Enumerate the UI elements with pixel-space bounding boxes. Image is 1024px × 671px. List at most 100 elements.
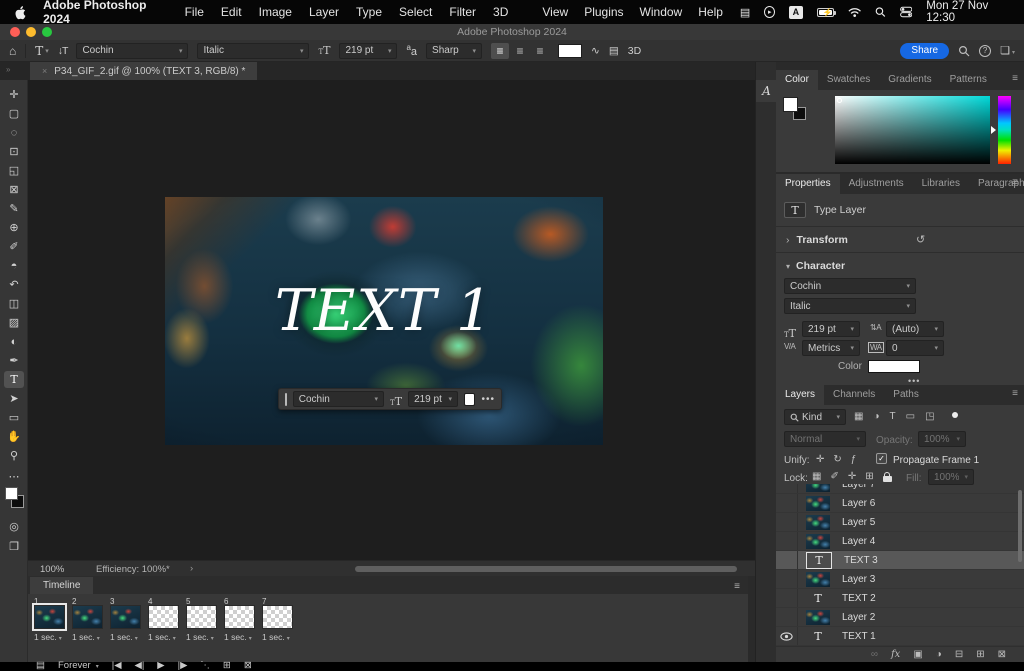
foreground-color-swatch[interactable] <box>5 487 18 500</box>
foreground-color-chip[interactable] <box>783 97 798 112</box>
dodge-tool[interactable]: ◐ <box>4 333 24 350</box>
timeline-tab[interactable]: Timeline <box>30 577 93 594</box>
frame-duration-select[interactable]: 1 sec. <box>262 632 293 642</box>
search-icon[interactable] <box>958 45 970 57</box>
clone-stamp-tool[interactable]: ◓ <box>4 257 24 274</box>
layer-row[interactable]: Layer 5 <box>776 513 1024 532</box>
layer-row[interactable]: Layer 7 <box>776 484 1024 494</box>
layer-thumbnail[interactable]: T <box>806 629 830 644</box>
warp-text-icon[interactable]: ∿ <box>591 45 600 57</box>
history-brush-tool[interactable]: ↶ <box>4 276 24 293</box>
lock-position-icon[interactable]: ✛ <box>848 471 856 482</box>
menu-item-image[interactable]: Image <box>259 5 292 19</box>
filter-toggle-icon[interactable] <box>952 412 958 418</box>
type-color-swatch[interactable] <box>868 360 920 373</box>
menu-item-3d[interactable]: 3D <box>493 5 508 19</box>
menu-item-layer[interactable]: Layer <box>309 5 339 19</box>
layer-row[interactable]: Layer 2 <box>776 608 1024 627</box>
font-family-select[interactable]: Cochin <box>76 43 188 59</box>
tab-adjustments[interactable]: Adjustments <box>840 174 913 194</box>
animation-frame[interactable]: 51 sec. <box>186 597 217 642</box>
layer-thumbnail[interactable] <box>806 610 830 625</box>
spotlight-search-icon[interactable] <box>875 6 886 18</box>
frame-duration-select[interactable]: 1 sec. <box>224 632 255 642</box>
zoom-level[interactable]: 100% <box>40 564 64 575</box>
toolbar-more-icon[interactable]: ⋯ <box>4 468 24 485</box>
animation-frame[interactable]: 21 sec. <box>72 597 103 642</box>
crop-tool[interactable]: ◱ <box>4 162 24 179</box>
taskbar-font-size-select[interactable]: 219 pt <box>408 391 458 407</box>
zoom-tool[interactable]: ⚲ <box>4 447 24 464</box>
tab-channels[interactable]: Channels <box>824 385 884 405</box>
lock-transparency-icon[interactable]: ▦ <box>812 471 821 482</box>
layer-visibility-toggle[interactable] <box>776 484 798 493</box>
frame-duration-select[interactable]: 1 sec. <box>186 632 217 642</box>
color-field-marker[interactable] <box>837 98 842 103</box>
menubar-clock[interactable]: Mon 27 Nov 12:30 <box>926 0 1010 24</box>
tab-patterns[interactable]: Patterns <box>941 70 996 90</box>
new-layer-icon[interactable]: ⊞ <box>976 649 984 660</box>
frame-duration-select[interactable]: 1 sec. <box>110 632 141 642</box>
tab-swatches[interactable]: Swatches <box>818 70 879 90</box>
font-style-select[interactable]: Italic <box>197 43 309 59</box>
layer-visibility-toggle[interactable] <box>776 608 798 626</box>
layer-row[interactable]: TTEXT 3 <box>776 551 1024 570</box>
frame-duration-select[interactable]: 1 sec. <box>72 632 103 642</box>
shape-tool[interactable]: ▭ <box>4 409 24 426</box>
healing-brush-tool[interactable]: ⊕ <box>4 219 24 236</box>
layer-thumbnail[interactable] <box>806 496 830 511</box>
frame-thumbnail[interactable] <box>224 605 255 629</box>
kerning-select[interactable]: Metrics <box>802 340 860 356</box>
type-tool[interactable]: T <box>4 371 24 388</box>
eraser-tool[interactable]: ◫ <box>4 295 24 312</box>
align-right-button[interactable] <box>531 43 549 59</box>
quick-mask-icon[interactable]: ◎ <box>4 518 24 535</box>
unify-position-icon[interactable]: ✛ <box>816 454 824 465</box>
layers-panel-menu-icon[interactable] <box>1012 388 1018 399</box>
layer-visibility-eye-icon[interactable] <box>776 627 798 645</box>
battery-icon[interactable]: ⚡ <box>817 8 834 17</box>
tab-properties[interactable]: Properties <box>776 174 840 194</box>
frame-tool[interactable]: ⊠ <box>4 181 24 198</box>
layer-row[interactable]: TTEXT 2 <box>776 589 1024 608</box>
stage-manager-icon[interactable]: ▤ <box>740 6 750 19</box>
layer-filter-kind-select[interactable]: Kind <box>784 409 846 425</box>
home-icon[interactable]: ⌂ <box>9 44 16 58</box>
tab-paths[interactable]: Paths <box>884 385 928 405</box>
animation-frame[interactable]: 11 sec. <box>34 597 65 642</box>
unify-style-icon[interactable]: ƒ <box>851 454 857 465</box>
frame-duration-select[interactable]: 1 sec. <box>148 632 179 642</box>
properties-font-family-select[interactable]: Cochin <box>784 278 916 294</box>
lock-artboard-icon[interactable]: ⊞ <box>865 471 873 482</box>
hand-tool[interactable]: ✋ <box>4 428 24 445</box>
unify-visibility-icon[interactable]: ↻ <box>833 454 841 465</box>
animation-frame[interactable]: 31 sec. <box>110 597 141 642</box>
lock-paint-icon[interactable]: ✐ <box>830 471 838 482</box>
canvas-area[interactable]: TEXT 1 Cochin 219 pt ••• 100% Efficiency… <box>28 80 755 576</box>
layer-thumbnail[interactable]: T <box>806 552 832 569</box>
group-layers-icon[interactable]: ⊟ <box>955 649 963 660</box>
frame-thumbnail[interactable] <box>148 605 179 629</box>
color-field[interactable] <box>835 96 990 164</box>
layer-thumbnail[interactable] <box>806 534 830 549</box>
layer-effects-icon[interactable]: fx <box>891 649 900 660</box>
transform-reset-icon[interactable]: ↺ <box>916 233 925 246</box>
hue-slider[interactable] <box>998 96 1011 164</box>
menu-item-help[interactable]: Help <box>698 5 723 19</box>
blend-mode-select[interactable]: Normal <box>784 431 866 447</box>
taskbar-more-icon[interactable]: ••• <box>481 394 495 405</box>
layer-row[interactable]: Layer 3 <box>776 570 1024 589</box>
move-tool[interactable]: ✛ <box>4 86 24 103</box>
transform-section-header[interactable]: Transform <box>786 234 848 246</box>
workspace-switcher-icon[interactable] <box>1000 44 1015 57</box>
filter-shape-layers-icon[interactable]: ▭ <box>906 411 915 422</box>
3d-button[interactable]: 3D <box>628 45 641 57</box>
menu-item-filter[interactable]: Filter <box>449 5 476 19</box>
menu-item-select[interactable]: Select <box>399 5 432 19</box>
canvas-text-layer[interactable]: TEXT 1 <box>275 278 494 344</box>
filter-adjustment-layers-icon[interactable]: ◑ <box>873 411 879 422</box>
frame-thumbnail[interactable] <box>262 605 293 629</box>
menu-item-plugins[interactable]: Plugins <box>584 5 623 19</box>
layer-visibility-toggle[interactable] <box>776 570 798 588</box>
animation-frame[interactable]: 61 sec. <box>224 597 255 642</box>
